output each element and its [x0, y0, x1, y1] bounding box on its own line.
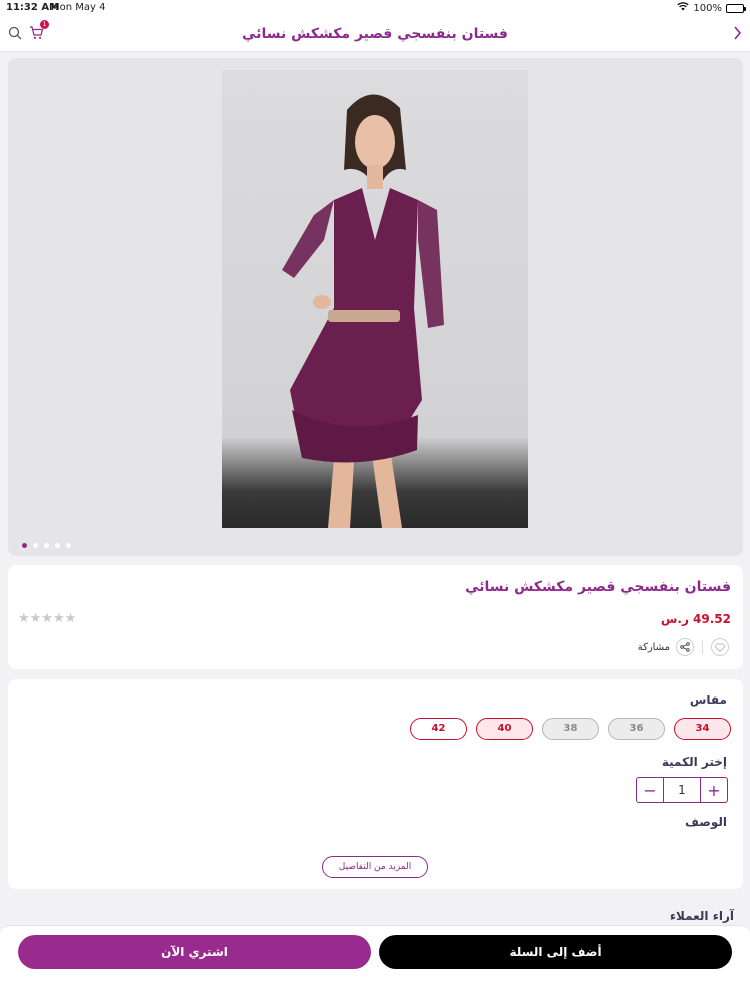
page-title: فستان بنفسجي قصير مكشكش نسائي	[242, 26, 508, 42]
pagination-dot[interactable]	[66, 543, 71, 548]
share-row: مشاركة	[638, 638, 729, 656]
product-photo	[222, 70, 528, 528]
add-to-cart-button[interactable]: أضف إلى السلة	[379, 935, 732, 969]
size-option[interactable]: 40	[476, 718, 533, 740]
buy-now-button[interactable]: اشتري الآن	[18, 935, 371, 969]
pagination-dot[interactable]	[22, 543, 27, 548]
pagination-dot[interactable]	[55, 543, 60, 548]
size-option[interactable]: 38	[542, 718, 599, 740]
product-image-gallery[interactable]	[8, 58, 743, 556]
pagination-dot[interactable]	[33, 543, 38, 548]
more-details-button[interactable]: المزيد من التفاصيل	[322, 856, 428, 878]
battery-icon	[726, 3, 746, 13]
status-bar: 11:32 AM Mon May 4 100%	[0, 0, 750, 16]
size-option[interactable]: 34	[674, 718, 731, 740]
reviews-label: آراء العملاء	[669, 909, 734, 923]
size-label: مقاس	[689, 693, 727, 707]
wifi-icon	[677, 2, 690, 14]
divider	[702, 640, 703, 654]
product-price: 49.52 ر.س	[660, 612, 731, 626]
pagination-dot[interactable]	[44, 543, 49, 548]
quantity-label: إختر الكمية	[661, 755, 727, 769]
description-label: الوصف	[684, 815, 727, 829]
status-date: Mon May 4	[51, 2, 106, 13]
share-label[interactable]: مشاركة	[638, 642, 670, 653]
quantity-stepper: − 1 +	[636, 777, 728, 803]
decrement-button[interactable]: −	[637, 778, 663, 802]
back-chevron-icon[interactable]	[728, 24, 746, 42]
product-title: فستان بنفسجي قصير مكشكش نسائي	[465, 579, 731, 595]
battery-percent: 100%	[693, 2, 722, 14]
navigation-bar: 1 فستان بنفسجي قصير مكشكش نسائي	[0, 16, 750, 52]
product-info-card: فستان بنفسجي قصير مكشكش نسائي 49.52 ر.س …	[8, 565, 743, 669]
size-selector: 34 36 38 40 42	[410, 718, 731, 740]
product-options-card: مقاس 34 36 38 40 42 إختر الكمية − 1 + ال…	[8, 679, 743, 889]
rating-stars: ★★★★★	[18, 611, 77, 626]
share-icon[interactable]	[676, 638, 694, 656]
quantity-value[interactable]: 1	[663, 778, 701, 802]
increment-button[interactable]: +	[701, 778, 727, 802]
gallery-pagination[interactable]	[22, 543, 71, 548]
size-option[interactable]: 36	[608, 718, 665, 740]
heart-icon[interactable]	[711, 638, 729, 656]
bottom-action-bar: اشتري الآن أضف إلى السلة	[0, 925, 750, 1000]
size-option[interactable]: 42	[410, 718, 467, 740]
status-right: 100%	[677, 2, 746, 14]
